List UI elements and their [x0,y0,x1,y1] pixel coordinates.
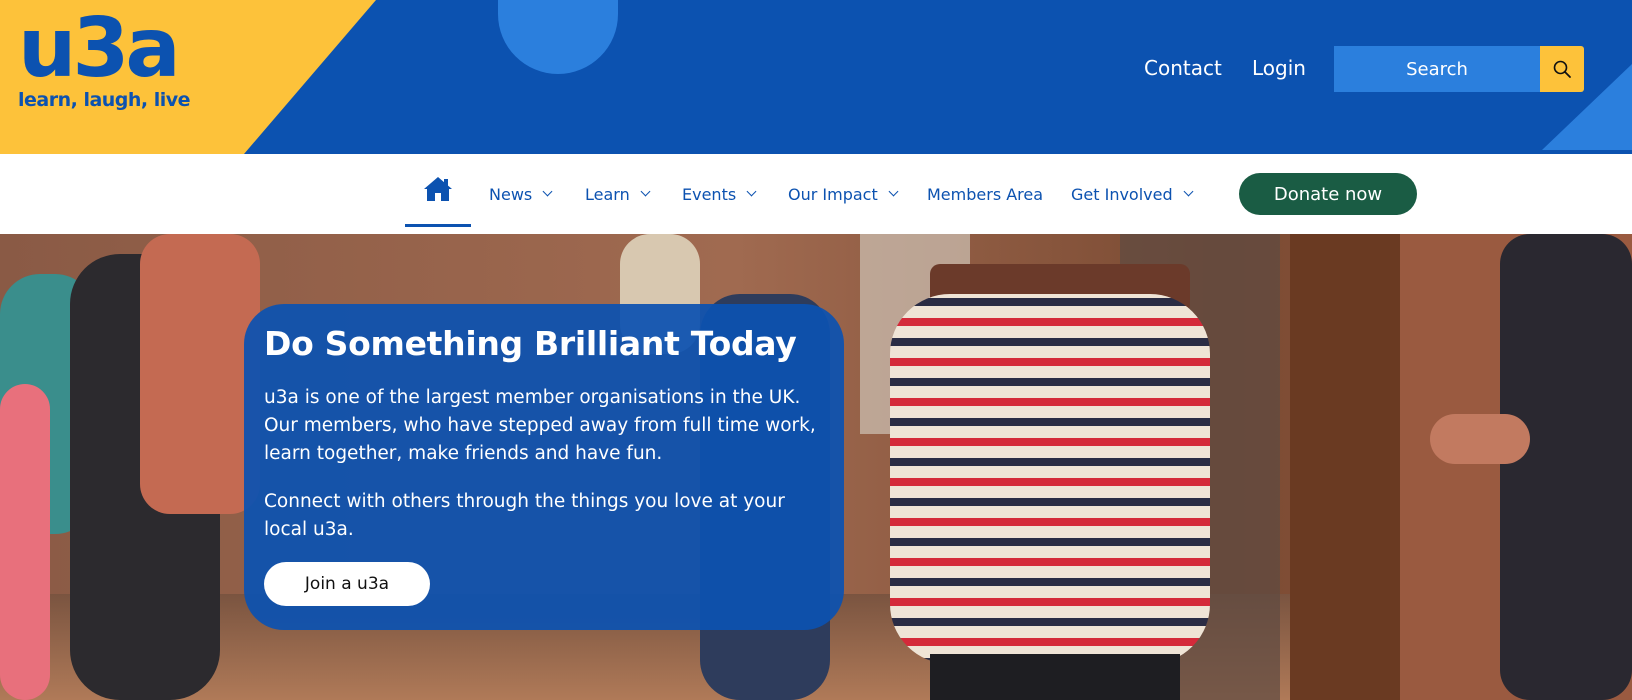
u3a-logo[interactable]: u3a learn, laugh, live [18,1,191,111]
nav-item-label: Learn [585,184,630,204]
hero-card: Do Something Brilliant Today u3a is one … [244,304,844,630]
chevron-down-icon [746,186,757,197]
logo-text: u3a [18,1,181,96]
nav-item-news[interactable]: News [489,154,553,234]
chevron-down-icon [542,186,553,197]
nav-item-events[interactable]: Events [682,154,757,234]
nav-item-label: Events [682,184,737,204]
nav-item-get-involved[interactable]: Get Involved [1071,154,1194,234]
nav-home[interactable] [405,154,471,227]
logo-tagline: learn, laugh, live [18,89,191,111]
hero-title: Do Something Brilliant Today [264,324,797,363]
chevron-down-icon [640,186,651,197]
search-button[interactable] [1540,46,1584,92]
nav-item-learn[interactable]: Learn [585,154,651,234]
site-header: u3a learn, laugh, live Contact Login [0,0,1632,154]
nav-item-our-impact[interactable]: Our Impact [788,154,899,234]
search-icon [1553,60,1571,78]
hero-paragraph: Connect with others through the things y… [264,491,785,540]
chevron-down-icon [1183,186,1194,197]
join-u3a-button[interactable]: Join a u3a [264,562,430,606]
login-link[interactable]: Login [1252,56,1306,80]
nav-item-label: News [489,184,533,204]
donate-button[interactable]: Donate now [1239,173,1417,215]
home-icon [424,177,452,201]
main-navigation: News Learn Events Our Impact Members Are… [0,154,1632,234]
nav-item-label: Members Area [927,184,1044,204]
decorative-circle [498,0,618,74]
nav-item-label: Our Impact [788,184,878,204]
nav-item-members-area[interactable]: Members Area [927,154,1043,234]
search-box [1334,46,1584,92]
hero-paragraph: u3a is one of the largest member organis… [264,387,816,464]
hero-section: Do Something Brilliant Today u3a is one … [0,234,1632,700]
nav-item-label: Get Involved [1071,184,1173,204]
chevron-down-icon [888,186,899,197]
contact-link[interactable]: Contact [1144,56,1222,80]
search-input[interactable] [1334,46,1540,92]
